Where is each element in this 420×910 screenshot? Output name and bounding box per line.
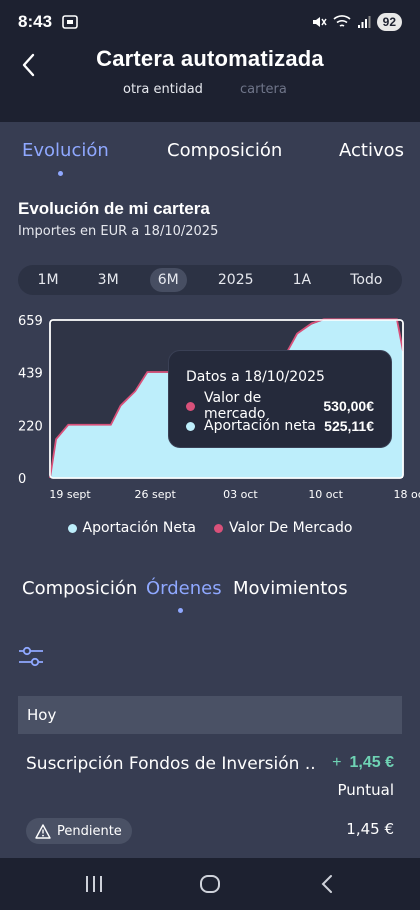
section-title: Evolución de mi cartera — [18, 199, 210, 218]
recents-icon[interactable] — [82, 872, 106, 896]
wifi-icon — [333, 15, 351, 27]
subtab-cartera[interactable]: cartera — [240, 82, 287, 97]
range-3m[interactable]: 3M — [90, 268, 127, 292]
secondary-tabs: Composición Órdenes Movimientos — [0, 578, 420, 618]
legend-dot — [214, 523, 224, 533]
screenshot-icon — [62, 15, 78, 29]
net-contribution-dot — [186, 421, 195, 431]
y-tick-label: 220 — [18, 419, 43, 434]
mute-icon — [312, 17, 327, 27]
filter-icon[interactable] — [18, 644, 44, 670]
tab-evolucion[interactable]: Evolución — [22, 140, 109, 161]
chart-tooltip: Datos a 18/10/2025 Valor de mercado 530,… — [168, 350, 392, 448]
tab-composicion-2[interactable]: Composición — [22, 578, 137, 599]
active-tab-indicator — [178, 608, 183, 613]
x-tick-label: 26 sept — [135, 488, 177, 501]
order-amount: +1,45 € — [332, 754, 394, 772]
amount-sign: + — [332, 754, 342, 771]
tooltip-value: 530,00€ — [323, 398, 374, 414]
status-label: Pendiente — [57, 823, 122, 839]
legend-item-mercado[interactable]: Valor De Mercado — [214, 520, 352, 536]
status-bar: 8:43 92 — [0, 0, 420, 44]
page-title: Cartera automatizada — [96, 46, 324, 71]
subtab-otra-entidad[interactable]: otra entidad — [123, 82, 203, 97]
system-nav-bar — [0, 858, 420, 910]
legend-dot — [67, 523, 77, 533]
y-tick-label: 439 — [18, 367, 43, 382]
range-6m[interactable]: 6M — [149, 268, 187, 292]
status-time: 8:43 — [18, 12, 53, 31]
date-group-header: Hoy — [18, 696, 402, 734]
y-tick-label: 0 — [18, 472, 26, 487]
signal-icon — [357, 16, 371, 28]
status-badge: Pendiente — [26, 818, 132, 844]
tab-movimientos[interactable]: Movimientos — [233, 578, 348, 599]
range-todo[interactable]: Todo — [342, 268, 390, 292]
order-type: Puntual — [337, 781, 394, 799]
tooltip-value: 525,11€ — [324, 418, 374, 434]
x-tick-label: 19 sept — [49, 488, 91, 501]
legend-item-aportacion[interactable]: Aportación Neta — [67, 520, 197, 536]
home-icon[interactable] — [198, 872, 222, 896]
x-tick-label: 03 oct — [223, 488, 258, 501]
range-1a[interactable]: 1A — [285, 268, 319, 292]
order-name[interactable]: Suscripción Fondos de Inversión ... — [26, 754, 316, 774]
legend-label: Valor De Mercado — [229, 520, 353, 536]
tooltip-title: Datos a 18/10/2025 — [186, 369, 325, 385]
x-tick-label: 18 oct — [394, 488, 420, 501]
app-bar: Cartera automatizada otra entidad carter… — [0, 44, 420, 122]
warning-icon — [35, 823, 51, 839]
x-tick-label: 10 oct — [308, 488, 343, 501]
market-value-dot — [186, 401, 195, 411]
chart-legend: Aportación Neta Valor De Mercado — [0, 520, 420, 536]
active-tab-indicator — [58, 171, 63, 176]
main-tabs: Evolución Composición Activos — [0, 140, 420, 180]
order-amount-secondary: 1,45 € — [346, 820, 394, 838]
section-subtitle: Importes en EUR a 18/10/2025 — [18, 224, 219, 239]
tooltip-row-mercado: Valor de mercado 530,00€ — [186, 390, 374, 422]
tooltip-row-aportacion: Aportación neta 525,11€ — [186, 416, 374, 436]
tooltip-label: Aportación neta — [204, 418, 316, 434]
amount-value: 1,45 € — [349, 754, 394, 771]
range-1m[interactable]: 1M — [30, 268, 67, 292]
tab-composicion[interactable]: Composición — [167, 140, 282, 161]
y-tick-label: 659 — [18, 314, 43, 329]
back-icon[interactable] — [316, 872, 340, 896]
battery-level: 92 — [376, 13, 402, 31]
legend-label: Aportación Neta — [82, 520, 197, 536]
range-selector: 1M 3M 6M 2025 1A Todo — [18, 265, 402, 295]
tab-activos[interactable]: Activos — [339, 140, 404, 161]
tab-ordenes[interactable]: Órdenes — [146, 578, 222, 599]
range-2025[interactable]: 2025 — [210, 268, 262, 292]
